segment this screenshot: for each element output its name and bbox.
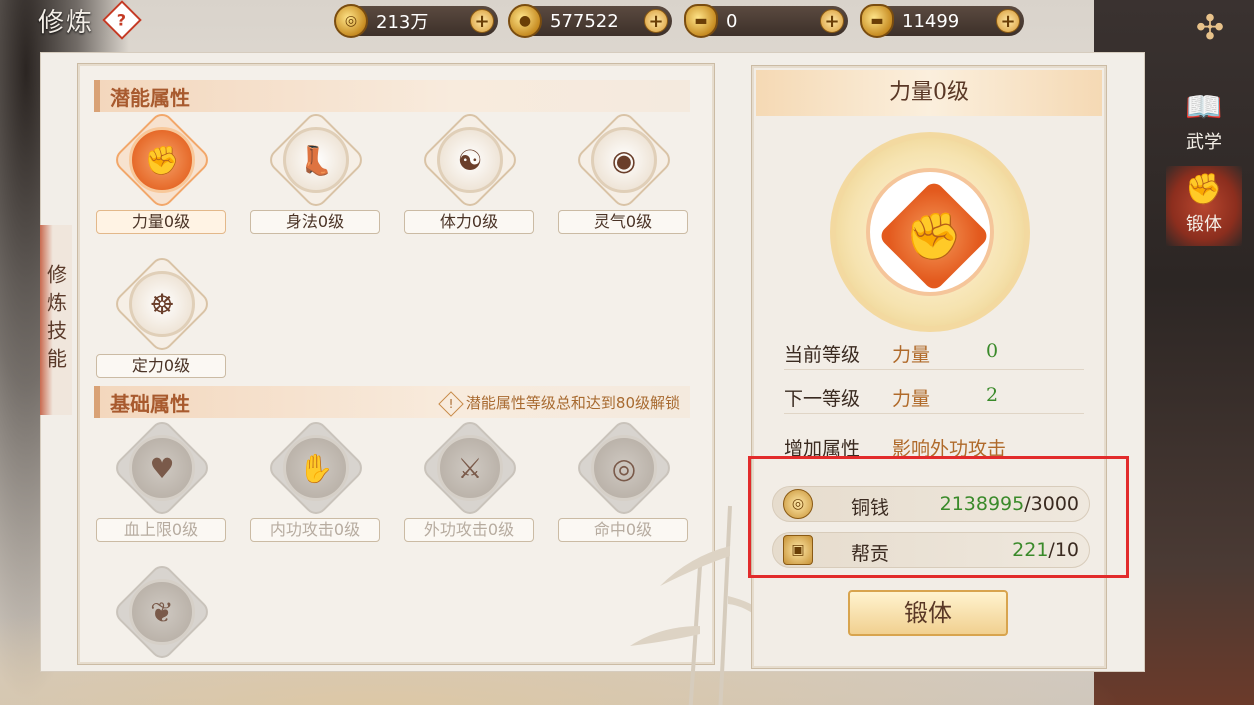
currency-gold: ● 577522 + bbox=[508, 4, 672, 38]
cost-highlight-box bbox=[748, 456, 1129, 578]
emblem-inner: ✊ bbox=[866, 168, 994, 296]
side-tab-cultivation-skills[interactable]: 修炼技能 bbox=[40, 225, 72, 415]
currency-bound-ingot: ▬ 0 + bbox=[684, 4, 848, 38]
unlock-hint-text: 潜能属性等级总和达到80级解锁 bbox=[465, 394, 680, 412]
add-copper-button[interactable]: + bbox=[470, 9, 494, 33]
cross-swords-icon: ✣ bbox=[1195, 8, 1225, 48]
attr-label: 力量0级 bbox=[96, 210, 226, 234]
attr-label: 内功攻击0级 bbox=[250, 518, 380, 542]
row-value: 2 bbox=[986, 384, 999, 406]
row-attr: 力量 bbox=[892, 388, 931, 410]
row-attr: 力量 bbox=[892, 344, 931, 366]
current-level-row: 当前等级 力量 0 bbox=[784, 336, 1084, 370]
currency-value: 0 bbox=[726, 10, 738, 32]
row-value: 0 bbox=[986, 340, 999, 362]
swirl-icon: ◉ bbox=[591, 127, 657, 193]
add-ingot-button[interactable]: + bbox=[996, 9, 1020, 33]
heart-icon: ♥ bbox=[129, 435, 195, 501]
row-key: 当前等级 bbox=[784, 344, 861, 366]
section-title: 基础属性 bbox=[110, 392, 190, 416]
gourd-icon: ☯ bbox=[437, 127, 503, 193]
attr-label: 定力0级 bbox=[96, 354, 226, 378]
next-level-row: 下一等级 力量 2 bbox=[784, 380, 1084, 414]
fist-icon: ✊ bbox=[129, 127, 195, 193]
attr-focus[interactable]: ☸ 定力0级 bbox=[96, 253, 226, 388]
currency-value: 577522 bbox=[550, 10, 619, 32]
copper-coin-icon: ◎ bbox=[334, 4, 368, 38]
basic-section-header: 基础属性 ! 潜能属性等级总和达到80级解锁 bbox=[94, 386, 690, 418]
attr-label: 身法0级 bbox=[250, 210, 380, 234]
forge-body-button[interactable]: 锻体 bbox=[848, 590, 1008, 636]
page-title: 修炼 bbox=[38, 8, 95, 38]
attr-max-hp[interactable]: ♥ 血上限0级 bbox=[96, 417, 226, 552]
strength-emblem: ✊ bbox=[830, 132, 1030, 332]
attr-stamina[interactable]: ☯ 体力0级 bbox=[404, 109, 534, 244]
gold-coin-icon: ● bbox=[508, 4, 542, 38]
add-bound-ingot-button[interactable]: + bbox=[820, 9, 844, 33]
attr-agility[interactable]: 👢 身法0级 bbox=[250, 109, 380, 244]
question-icon: ? bbox=[117, 10, 127, 30]
book-icon: 📖 bbox=[1185, 90, 1223, 125]
attr-spirit[interactable]: ◉ 灵气0级 bbox=[558, 109, 688, 244]
nav-label: 武学 bbox=[1186, 132, 1222, 153]
fist-icon: ✊ bbox=[905, 209, 963, 263]
close-menu-button[interactable]: ✣ bbox=[1190, 8, 1230, 48]
warning-icon: ! bbox=[438, 390, 464, 417]
bound-gold-ingot-icon: ▬ bbox=[684, 4, 718, 38]
attr-label: 外功攻击0级 bbox=[404, 518, 534, 542]
unlock-hint: ! 潜能属性等级总和达到80级解锁 bbox=[438, 390, 680, 417]
nav-forge-body[interactable]: ✊ 锻体 bbox=[1166, 166, 1242, 246]
attr-label: 体力0级 bbox=[404, 210, 534, 234]
boot-icon: ❦ bbox=[129, 579, 195, 645]
attr-outer-attack[interactable]: ⚔ 外功攻击0级 bbox=[404, 417, 534, 552]
boot-icon: 👢 bbox=[283, 127, 349, 193]
section-title: 潜能属性 bbox=[110, 86, 190, 110]
sword-icon: ⚔ bbox=[437, 435, 503, 501]
potential-section-header: 潜能属性 bbox=[94, 80, 690, 112]
attr-locked-extra[interactable]: ❦ bbox=[96, 561, 226, 663]
add-gold-button[interactable]: + bbox=[644, 9, 668, 33]
currency-copper: ◎ 213万 + bbox=[334, 4, 498, 38]
detail-title: 力量0级 bbox=[756, 70, 1102, 116]
fist-icon: ✊ bbox=[1185, 172, 1223, 207]
attr-inner-attack[interactable]: ✋ 内功攻击0级 bbox=[250, 417, 380, 552]
palm-icon: ✋ bbox=[283, 435, 349, 501]
currency-value: 213万 bbox=[376, 12, 429, 33]
nav-label: 锻体 bbox=[1186, 214, 1222, 235]
attribute-list-panel: 潜能属性 ✊ 力量0级 👢 身法0级 ☯ 体力0级 ◉ 灵气0级 ☸ 定力0级 … bbox=[77, 63, 768, 705]
currency-value: 11499 bbox=[902, 10, 960, 32]
currency-ingot: ▬ 11499 + bbox=[860, 4, 1024, 38]
attr-label: 灵气0级 bbox=[558, 210, 688, 234]
attr-label: 血上限0级 bbox=[96, 518, 226, 542]
attr-strength[interactable]: ✊ 力量0级 bbox=[96, 109, 226, 244]
nav-martial-arts[interactable]: 📖 武学 bbox=[1166, 84, 1242, 164]
meditation-icon: ☸ bbox=[129, 271, 195, 337]
row-key: 下一等级 bbox=[784, 388, 861, 410]
side-tab-label: 修炼技能 bbox=[43, 264, 68, 376]
gold-ingot-icon: ▬ bbox=[860, 4, 894, 38]
